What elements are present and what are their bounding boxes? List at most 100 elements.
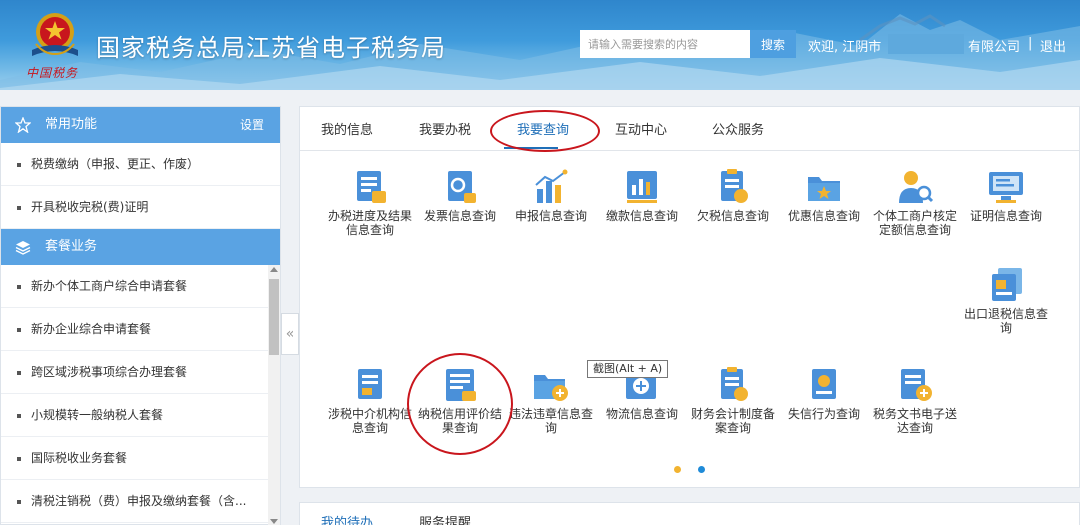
grid-item-label: 欠税信息查询 bbox=[696, 209, 769, 223]
sidebar-item-label: 国际税收业务套餐 bbox=[31, 451, 128, 465]
grid-item-label: 财务会计制度备案查询 bbox=[691, 407, 776, 435]
common-functions-header: 常用功能 设置 bbox=[1, 107, 280, 143]
search-input[interactable] bbox=[580, 30, 750, 58]
bullet-icon bbox=[17, 163, 21, 167]
tab-handle-tax[interactable]: 我要办税 bbox=[419, 119, 471, 138]
tab-service-reminder[interactable]: 服务提醒 bbox=[419, 512, 471, 525]
query-tax-agency[interactable]: 涉税中介机构信息查询 bbox=[328, 365, 412, 435]
sidebar-item-tax-payment[interactable]: 税费缴纳（申报、更正、作废） bbox=[1, 143, 280, 186]
layers-icon bbox=[15, 241, 31, 255]
star-icon bbox=[15, 117, 31, 133]
invoice-search-icon bbox=[448, 171, 476, 203]
grid-item-label: 出口退税信息查询 bbox=[964, 307, 1049, 335]
scroll-up-arrow-icon[interactable] bbox=[270, 267, 278, 272]
bullet-icon bbox=[17, 328, 21, 332]
query-accounting-filing[interactable]: 财务会计制度备案查询 bbox=[691, 365, 775, 435]
tab-my-info[interactable]: 我的信息 bbox=[321, 119, 373, 138]
sidebar-scrollbar[interactable] bbox=[268, 265, 280, 525]
sidebar-item-cross-region[interactable]: 跨区域涉税事项综合办理套餐 bbox=[1, 351, 269, 394]
grid-item-label: 申报信息查询 bbox=[514, 209, 587, 223]
sidebar-item-new-enterprise[interactable]: 新办企业综合申请套餐 bbox=[1, 308, 269, 351]
logout-link[interactable]: 退出 bbox=[1040, 36, 1066, 55]
package-list: 新办个体工商户综合申请套餐 新办企业综合申请套餐 跨区域涉税事项综合办理套餐 小… bbox=[1, 265, 280, 525]
grid-item-label: 证明信息查询 bbox=[969, 209, 1042, 223]
sidebar-collapse-button[interactable]: « bbox=[281, 313, 299, 355]
grid-item-label: 优惠信息查询 bbox=[787, 209, 860, 223]
arrears-document-icon bbox=[721, 169, 748, 203]
red-annotation-circle-credit bbox=[407, 353, 513, 455]
grid-item-label: 税务文书电子送达查询 bbox=[873, 407, 958, 435]
main-tabs: 我的信息 我要办税 我要查询 互动中心 公众服务 bbox=[300, 107, 1079, 152]
query-export-refund[interactable]: 出口退税信息查询 bbox=[964, 265, 1048, 335]
sidebar-item-tax-certificate[interactable]: 开具税收完税(费)证明 bbox=[1, 186, 280, 229]
query-panel: 我的信息 我要办税 我要查询 互动中心 公众服务 办税进度及结果信息查询 发票信… bbox=[299, 106, 1080, 488]
bullet-icon bbox=[17, 285, 21, 289]
person-search-icon bbox=[899, 171, 934, 203]
tax-document-add-icon bbox=[901, 369, 932, 401]
sidebar-item-international-tax[interactable]: 国际税收业务套餐 bbox=[1, 437, 269, 480]
query-arrears[interactable]: 欠税信息查询 bbox=[691, 167, 775, 223]
payment-chart-icon bbox=[627, 171, 657, 203]
site-title: 国家税务总局江苏省电子税务局 bbox=[96, 34, 446, 62]
pager-dot-1[interactable] bbox=[674, 466, 681, 473]
query-declaration[interactable]: 申报信息查询 bbox=[509, 167, 593, 223]
sidebar-item-new-individual-business[interactable]: 新办个体工商户综合申请套餐 bbox=[1, 265, 269, 308]
sidebar-item-label: 新办个体工商户综合申请套餐 bbox=[31, 279, 188, 293]
bullet-icon bbox=[17, 414, 21, 418]
grid-item-label: 物流信息查询 bbox=[605, 407, 678, 421]
discount-folder-icon bbox=[808, 177, 840, 201]
redacted-username bbox=[888, 34, 964, 54]
grid-item-label: 缴款信息查询 bbox=[605, 209, 678, 223]
query-discount[interactable]: 优惠信息查询 bbox=[782, 167, 866, 223]
sidebar-item-label: 跨区域涉税事项综合办理套餐 bbox=[31, 365, 188, 379]
todo-panel: 我的待办 服务提醒 bbox=[299, 502, 1080, 525]
grid-item-label: 办税进度及结果信息查询 bbox=[328, 209, 413, 237]
tax-emblem-icon bbox=[32, 13, 78, 56]
document-list-icon bbox=[357, 171, 386, 203]
header-separator: | bbox=[1028, 36, 1033, 51]
pager-dot-2[interactable] bbox=[698, 466, 705, 473]
settings-link[interactable]: 设置 bbox=[240, 107, 264, 143]
dishonesty-badge-icon bbox=[812, 369, 836, 399]
grid-item-label: 涉税中介机构信息查询 bbox=[328, 407, 413, 435]
query-individual-quota[interactable]: 个体工商户核定定额信息查询 bbox=[873, 167, 957, 237]
query-tax-document-delivery[interactable]: 税务文书电子送达查询 bbox=[873, 365, 957, 435]
china-tax-seal-text: 中国税务 bbox=[26, 66, 79, 80]
query-payment[interactable]: 缴款信息查询 bbox=[600, 167, 684, 223]
query-dishonesty[interactable]: 失信行为查询 bbox=[782, 365, 866, 421]
site-header: 中国税务 国家税务总局江苏省电子税务局 搜索 欢迎, 江阴市 有限公司 | 退出 bbox=[0, 0, 1080, 90]
sidebar-item-label: 税费缴纳（申报、更正、作废） bbox=[31, 157, 200, 171]
bar-chart-icon bbox=[535, 169, 568, 203]
query-invoice[interactable]: 发票信息查询 bbox=[418, 167, 502, 223]
certificate-monitor-icon bbox=[989, 172, 1023, 203]
grid-item-label: 失信行为查询 bbox=[787, 407, 860, 421]
bullet-icon bbox=[17, 206, 21, 210]
query-certificate[interactable]: 证明信息查询 bbox=[964, 167, 1048, 223]
violation-folder-icon bbox=[534, 375, 568, 401]
screenshot-tooltip: 截图(Alt + A) bbox=[587, 360, 669, 378]
red-annotation-circle-tab bbox=[490, 110, 600, 152]
query-violation[interactable]: 违法违章信息查询 bbox=[509, 365, 593, 435]
sidebar-item-deregistration[interactable]: 清税注销税（费）申报及缴纳套餐（含... bbox=[1, 480, 269, 523]
package-services-header: 套餐业务 bbox=[1, 229, 280, 265]
sidebar-item-label: 新办企业综合申请套餐 bbox=[31, 322, 152, 336]
grid-item-label: 违法违章信息查询 bbox=[509, 407, 594, 435]
scrollbar-thumb[interactable] bbox=[269, 279, 279, 355]
scroll-down-arrow-icon[interactable] bbox=[270, 519, 278, 524]
tab-my-todo[interactable]: 我的待办 bbox=[321, 512, 373, 525]
accounting-document-icon bbox=[721, 367, 748, 401]
sidebar-item-label: 小规模转一般纳税人套餐 bbox=[31, 408, 164, 422]
welcome-text: 欢迎, 江阴市 bbox=[808, 40, 882, 55]
common-functions-title: 常用功能 bbox=[45, 117, 98, 132]
bullet-icon bbox=[17, 371, 21, 375]
sidebar-item-label: 开具税收完税(费)证明 bbox=[31, 200, 149, 214]
tab-interaction-center[interactable]: 互动中心 bbox=[615, 119, 667, 138]
grid-item-label: 个体工商户核定定额信息查询 bbox=[873, 209, 958, 237]
bullet-icon bbox=[17, 500, 21, 504]
tab-public-service[interactable]: 公众服务 bbox=[712, 119, 764, 138]
search-button[interactable]: 搜索 bbox=[750, 30, 796, 58]
sidebar-item-label: 清税注销税（费）申报及缴纳套餐（含... bbox=[31, 494, 247, 508]
export-stack-icon bbox=[992, 268, 1022, 301]
query-progress-result[interactable]: 办税进度及结果信息查询 bbox=[328, 167, 412, 237]
sidebar-item-small-to-general[interactable]: 小规模转一般纳税人套餐 bbox=[1, 394, 269, 437]
